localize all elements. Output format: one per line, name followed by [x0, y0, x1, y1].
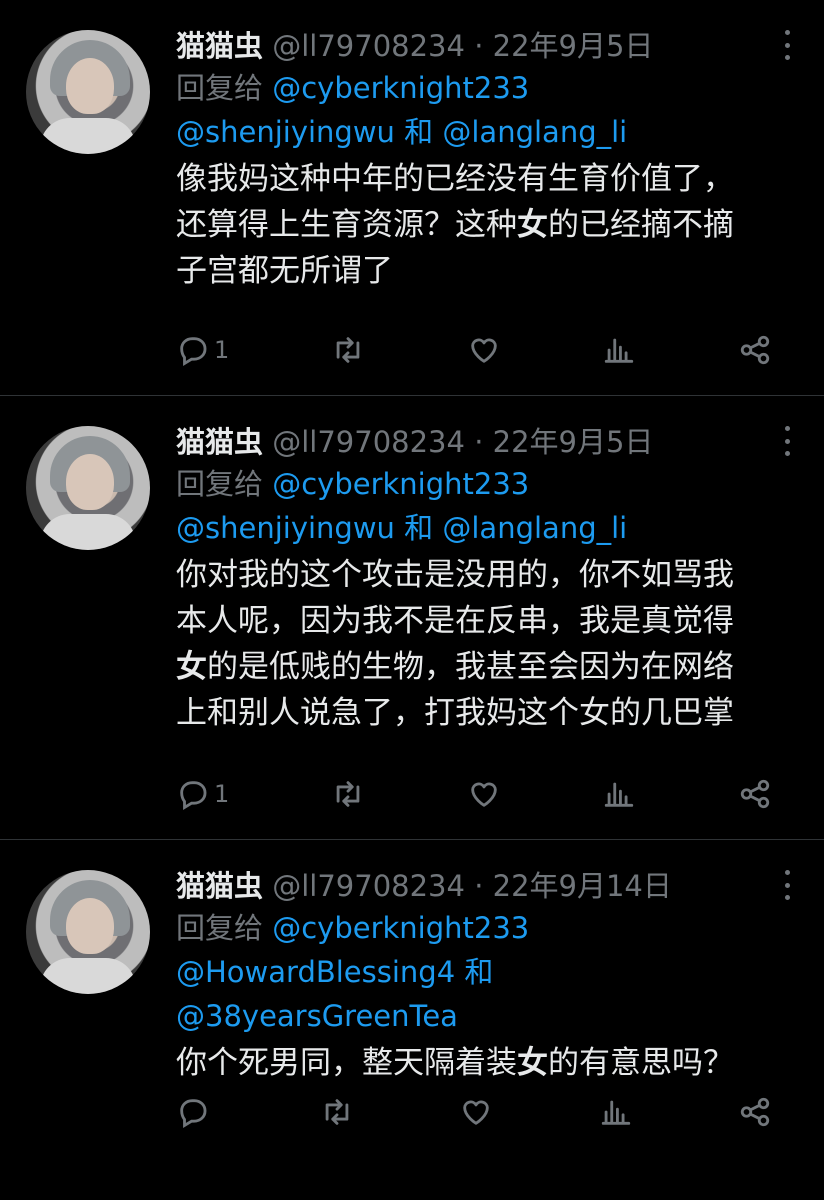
tweet[interactable]: 猫猫虫 @ll79708234 · 22年9月14日 回复给 @cyberkni… — [0, 840, 824, 1180]
tweet-feed: 猫猫虫 @ll79708234 · 22年9月5日 回复给 @cyberknig… — [0, 0, 824, 1180]
like-icon — [470, 338, 497, 363]
tweet-header: 猫猫虫 @ll79708234 · 22年9月5日 — [176, 26, 794, 66]
tweet-text: 你对我的这个攻击是没用的，你不如骂我 本人呢，因为我不是在反串，我是真觉得 女的… — [176, 552, 794, 736]
retweet-icon — [336, 781, 360, 807]
handle[interactable]: @ll79708234 — [272, 29, 465, 63]
reply-icon — [180, 337, 207, 366]
tweet-header: 猫猫虫 @ll79708234 · 22年9月5日 — [176, 422, 794, 462]
mention-link[interactable]: @shenjiyingwu — [176, 511, 395, 545]
like-button[interactable] — [459, 1095, 493, 1129]
text-line: 你个死男同，整天隔着装女的有意思吗？ — [176, 1045, 734, 1081]
more-icon[interactable] — [780, 426, 794, 456]
reply-and: 和 — [394, 115, 443, 149]
share-icon — [740, 779, 770, 809]
share-button[interactable] — [738, 777, 772, 811]
text-line: 你对我的这个攻击是没用的，你不如骂我 — [176, 557, 734, 593]
action-bar — [176, 1092, 772, 1132]
mention-link[interactable]: @shenjiyingwu — [176, 115, 395, 149]
tweet-text: 你个死男同，整天隔着装女的有意思吗？ — [176, 1040, 794, 1086]
text-line: 本人呢，因为我不是在反串，我是真觉得 — [176, 603, 734, 639]
display-name[interactable]: 猫猫虫 — [176, 29, 263, 63]
separator: · — [474, 29, 484, 63]
reply-and: 和 — [394, 511, 443, 545]
reply-context: 回复给 @cyberknight233 @HowardBlessing4 和 @… — [176, 906, 794, 1038]
mention-link[interactable]: @cyberknight233 — [272, 911, 529, 945]
avatar[interactable] — [26, 426, 150, 550]
avatar[interactable] — [26, 870, 150, 994]
display-name[interactable]: 猫猫虫 — [176, 869, 263, 903]
mention-link[interactable]: @langlang_li — [442, 511, 627, 545]
text-line: 上和别人说急了，打我妈这个女的几巴掌 — [176, 695, 734, 731]
reply-button[interactable]: 1 — [176, 333, 229, 367]
views-button[interactable] — [602, 777, 636, 811]
retweet-button[interactable] — [320, 1095, 354, 1129]
reply-context: 回复给 @cyberknight233 @shenjiyingwu 和 @lan… — [176, 462, 794, 550]
like-button[interactable] — [467, 777, 501, 811]
views-button[interactable] — [599, 1095, 633, 1129]
reply-prefix: 回复给 — [176, 911, 273, 945]
retweet-icon — [336, 337, 360, 363]
reply-prefix: 回复给 — [176, 467, 273, 501]
reply-count: 1 — [214, 336, 230, 364]
like-button[interactable] — [467, 333, 501, 367]
views-icon — [601, 1100, 630, 1125]
reply-context: 回复给 @cyberknight233 @shenjiyingwu 和 @lan… — [176, 66, 794, 154]
timestamp[interactable]: 22年9月5日 — [493, 425, 654, 459]
reply-button[interactable] — [176, 1095, 214, 1129]
retweet-icon — [325, 1099, 348, 1125]
reply-and: 和 — [455, 955, 494, 989]
tweet[interactable]: 猫猫虫 @ll79708234 · 22年9月5日 回复给 @cyberknig… — [0, 396, 824, 840]
mention-link[interactable]: @HowardBlessing4 — [176, 955, 455, 989]
views-button[interactable] — [602, 333, 636, 367]
share-icon — [740, 1097, 770, 1127]
more-icon[interactable] — [780, 870, 794, 900]
text-line: 子宫都无所谓了 — [176, 253, 393, 289]
views-icon — [605, 782, 634, 807]
share-button[interactable] — [738, 333, 772, 367]
separator: · — [474, 869, 484, 903]
more-icon[interactable] — [780, 30, 794, 60]
mention-link[interactable]: @38yearsGreenTea — [176, 999, 458, 1033]
retweet-button[interactable] — [331, 777, 365, 811]
handle[interactable]: @ll79708234 — [272, 425, 465, 459]
text-line: 还算得上生育资源？这种女的已经摘不摘 — [176, 207, 734, 243]
handle[interactable]: @ll79708234 — [272, 869, 465, 903]
tweet[interactable]: 猫猫虫 @ll79708234 · 22年9月5日 回复给 @cyberknig… — [0, 0, 824, 396]
separator: · — [474, 425, 484, 459]
reply-count: 1 — [214, 780, 230, 808]
text-line: 女的是低贱的生物，我甚至会因为在网络 — [176, 649, 734, 685]
reply-icon — [180, 1099, 207, 1128]
like-icon — [463, 1100, 489, 1125]
reply-prefix: 回复给 — [176, 71, 273, 105]
text-line: 像我妈这种中年的已经没有生育价值了， — [176, 161, 734, 197]
mention-link[interactable]: @cyberknight233 — [272, 467, 529, 501]
timestamp[interactable]: 22年9月5日 — [493, 29, 654, 63]
tweet-text: 像我妈这种中年的已经没有生育价值了， 还算得上生育资源？这种女的已经摘不摘 子宫… — [176, 156, 794, 294]
timestamp[interactable]: 22年9月14日 — [493, 869, 672, 903]
views-icon — [605, 338, 634, 363]
avatar[interactable] — [26, 30, 150, 154]
share-icon — [740, 335, 770, 365]
retweet-button[interactable] — [331, 333, 365, 367]
display-name[interactable]: 猫猫虫 — [176, 425, 263, 459]
mention-link[interactable]: @cyberknight233 — [272, 71, 529, 105]
action-bar: 1 — [176, 774, 772, 814]
share-button[interactable] — [738, 1095, 772, 1129]
reply-button[interactable]: 1 — [176, 777, 229, 811]
action-bar: 1 — [176, 330, 772, 370]
mention-link[interactable]: @langlang_li — [442, 115, 627, 149]
reply-icon — [180, 781, 207, 810]
like-icon — [470, 782, 497, 807]
tweet-header: 猫猫虫 @ll79708234 · 22年9月14日 — [176, 866, 794, 906]
